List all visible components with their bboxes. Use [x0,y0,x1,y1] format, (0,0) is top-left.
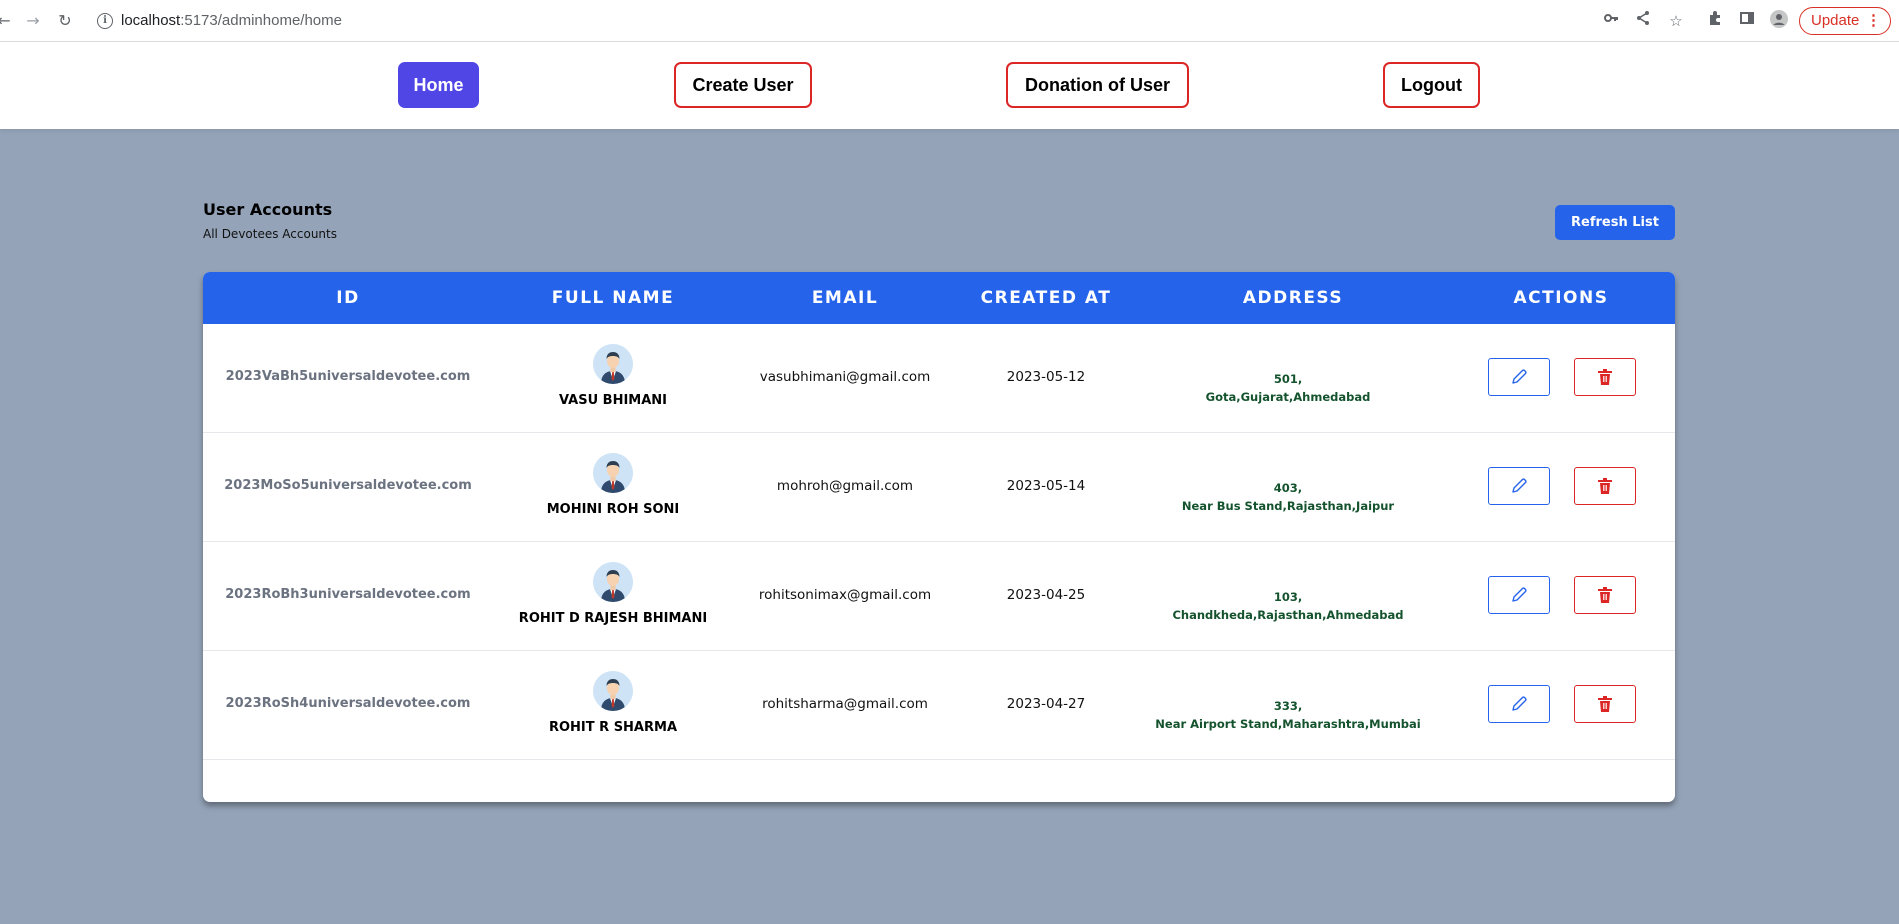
user-full-name: ROHIT R SHARMA [548,720,678,735]
table-row: 2023RoSh4universaldevotee.com ROHIT R SH… [203,651,1675,760]
delete-button[interactable] [1574,467,1636,505]
edit-button[interactable] [1488,358,1550,396]
extensions-icon[interactable] [1704,10,1726,32]
edit-button[interactable] [1488,685,1550,723]
table-header: ID FULL NAME EMAIL CREATED AT ADDRESS AC… [203,272,1675,324]
user-full-name: VASU BHIMANI [558,393,668,408]
edit-icon [1512,696,1527,711]
user-email: rohitsonimax@gmail.com [758,587,932,603]
nav-donation-button[interactable]: Donation of User [1006,62,1189,108]
avatar-icon [593,453,633,493]
user-address: 403, Near Bus Stand,Rajasthan,Jaipur [1182,479,1394,515]
menu-icon: ⋮ [1866,12,1881,29]
table-row: 2023RoBh3universaldevotee.com ROHIT D RA… [203,542,1675,651]
nav-logout-button[interactable]: Logout [1383,62,1480,108]
header-email: EMAIL [811,288,879,308]
address-line-2: Gota,Gujarat,Ahmedabad [1205,390,1371,404]
user-address: 333, Near Airport Stand,Maharashtra,Mumb… [1155,697,1420,733]
update-label: Update [1811,12,1860,29]
header-address: ADDRESS [1242,288,1344,308]
delete-button[interactable] [1574,358,1636,396]
header-id: ID [336,288,360,308]
user-id: 2023RoSh4universaldevotee.com [225,696,471,711]
page-subtitle: All Devotees Accounts [203,227,337,241]
avatar-icon [593,344,633,384]
header-actions: ACTIONS [1513,288,1609,308]
avatar-icon [593,562,633,602]
avatar-icon [593,671,633,711]
header-created-at: CREATED AT [980,288,1112,308]
update-button[interactable]: Update ⋮ [1799,7,1891,35]
user-created-at: 2023-05-12 [1006,369,1086,385]
nav-create-user-button[interactable]: Create User [674,62,812,108]
star-icon[interactable]: ☆ [1665,10,1687,32]
share-icon[interactable] [1632,10,1654,32]
address-line-1: 333, [1273,699,1303,713]
delete-button[interactable] [1574,685,1636,723]
address-line-2: Near Bus Stand,Rajasthan,Jaipur [1181,499,1395,513]
forward-icon[interactable]: → [23,11,43,31]
trash-icon [1598,369,1612,385]
top-navigation: Home Create User Donation of User Logout [0,42,1899,129]
user-id: 2023MoSo5universaldevotee.com [224,478,472,493]
address-line-1: 501, [1273,372,1303,386]
user-full-name: MOHINI ROH SONI [546,502,680,517]
delete-button[interactable] [1574,576,1636,614]
trash-icon [1598,696,1612,712]
user-email: rohitsharma@gmail.com [762,696,928,712]
edit-icon [1512,478,1527,493]
edit-icon [1512,587,1527,602]
user-full-name: ROHIT D RAJESH BHIMANI [518,611,708,626]
user-id: 2023VaBh5universaldevotee.com [225,369,471,384]
reload-icon[interactable]: ↻ [55,11,75,31]
user-email: vasubhimani@gmail.com [759,369,931,385]
header-full-name: FULL NAME [551,288,675,308]
address-line-2: Near Airport Stand,Maharashtra,Mumbai [1155,717,1421,731]
key-icon[interactable] [1600,10,1622,32]
side-panel-icon[interactable] [1736,10,1758,32]
edit-button[interactable] [1488,467,1550,505]
user-address: 501, Gota,Gujarat,Ahmedabad [1206,370,1371,406]
user-created-at: 2023-04-27 [1006,696,1086,712]
user-id: 2023RoBh3universaldevotee.com [225,587,471,602]
info-icon[interactable]: i [97,13,113,29]
user-address: 103, Chandkheda,Rajasthan,Ahmedabad [1172,588,1403,624]
trash-icon [1598,478,1612,494]
address-line-1: 403, [1273,481,1303,495]
url-host: localhost [121,12,181,29]
browser-toolbar: ← → ↻ i localhost:5173/adminhome/home ☆ … [0,0,1899,42]
address-bar[interactable]: localhost:5173/adminhome/home [121,12,342,29]
address-line-2: Chandkheda,Rajasthan,Ahmedabad [1172,608,1404,622]
profile-icon[interactable] [1768,10,1790,32]
refresh-list-button[interactable]: Refresh List [1555,205,1675,240]
url-path: :5173/adminhome/home [180,12,342,29]
trash-icon [1598,587,1612,603]
page-heading: User Accounts All Devotees Accounts [203,200,337,241]
table-row: 2023VaBh5universaldevotee.com VASU BHIMA… [203,324,1675,433]
back-icon[interactable]: ← [0,11,14,31]
address-line-1: 103, [1273,590,1303,604]
nav-home-button[interactable]: Home [398,62,479,108]
table-row: 2023MoSo5universaldevotee.com MOHINI ROH… [203,433,1675,542]
user-created-at: 2023-04-25 [1006,587,1086,603]
edit-icon [1512,369,1527,384]
user-email: mohroh@gmail.com [776,478,914,494]
user-accounts-table: ID FULL NAME EMAIL CREATED AT ADDRESS AC… [203,272,1675,802]
user-created-at: 2023-05-14 [1006,478,1086,494]
edit-button[interactable] [1488,576,1550,614]
page-title: User Accounts [203,200,333,219]
